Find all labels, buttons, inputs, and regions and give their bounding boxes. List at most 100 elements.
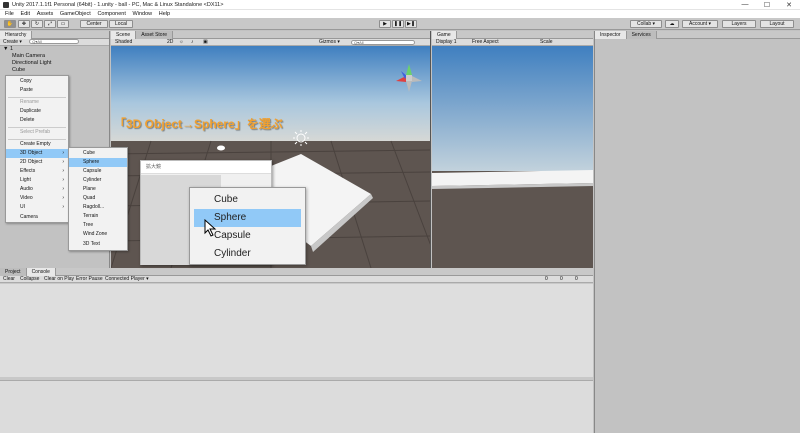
submenu-item-cylinder[interactable]: Cylinder [69,176,127,185]
tab-services[interactable]: Services [626,31,657,39]
effects-icon[interactable]: ▣ [203,39,208,46]
play-button[interactable]: ▶ [379,20,391,28]
chevron-right-icon: › [62,204,64,210]
tab-asset-store[interactable]: Asset Store [136,31,174,39]
submenu-item-wind-zone[interactable]: Wind Zone [69,230,127,239]
chevron-right-icon: › [62,195,64,201]
annotation-text: 「3D Object→Sphere」を選ぶ [114,117,283,131]
maximize-button[interactable]: ☐ [762,1,772,9]
submenu-item-3d-text[interactable]: 3D Text [69,240,127,249]
toolbar: ✋ ✥ ↻ ⤢ ▭ Center Local ▶ ❚❚ ▶❚ Collab ▾ … [0,18,800,30]
menu-item-effects[interactable]: Effects › [6,167,68,176]
submenu-item-ragdoll[interactable]: Ragdoll... [69,203,127,212]
window-title: Unity 2017.1.1f1 Personal (64bit) - 1.un… [12,2,224,8]
3d-object-submenu: Cube Sphere Capsule Cylinder Plane Quad … [68,147,128,251]
chevron-right-icon: › [62,159,64,165]
menu-item-2d-object[interactable]: 2D Object › [6,158,68,167]
submenu-item-terrain[interactable]: Terrain [69,212,127,221]
shading-dropdown[interactable]: Shaded [111,39,132,45]
chevron-right-icon: › [62,168,64,174]
pivot-local-toggle[interactable]: Local [109,20,133,28]
chevron-right-icon: › [62,186,64,192]
menu-bar: File Edit Assets GameObject Component Wi… [0,10,800,18]
submenu-item-plane[interactable]: Plane [69,185,127,194]
submenu-item-tree[interactable]: Tree [69,221,127,230]
menu-item-camera[interactable]: Camera [6,213,68,222]
menu-gameobject[interactable]: GameObject [60,10,91,18]
display-dropdown[interactable]: Display 1 [432,39,457,45]
menu-item-create-empty[interactable]: Create Empty [6,140,68,149]
account-dropdown[interactable]: Account ▾ [682,20,718,28]
close-button[interactable]: ✕ [784,1,794,9]
magnified-item-cylinder[interactable]: Cylinder [194,245,301,263]
magnified-item-cube[interactable]: Cube [194,191,301,209]
console-panel: Project Console Clear Collapse Clear on P… [0,268,593,433]
submenu-item-sphere[interactable]: Sphere [69,158,127,167]
error-count[interactable]: 0 [575,276,578,283]
tab-inspector[interactable]: Inspector [595,31,627,39]
menu-item-copy[interactable]: Copy [6,77,68,86]
menu-item-audio[interactable]: Audio › [6,185,68,194]
tab-hierarchy[interactable]: Hierarchy [0,31,33,39]
move-tool-icon[interactable]: ✥ [18,20,30,28]
tab-game[interactable]: Game [432,31,457,39]
pivot-center-toggle[interactable]: Center [80,20,108,28]
scale-slider[interactable]: Scale [540,39,553,46]
menu-item-video[interactable]: Video › [6,194,68,203]
menu-help[interactable]: Help [159,10,170,18]
hand-tool-icon[interactable]: ✋ [4,20,16,28]
scene-root[interactable]: ▼ 1 [3,46,13,52]
scene-search-input[interactable]: Q▾All [351,40,415,45]
menu-assets[interactable]: Assets [37,10,54,18]
audio-icon[interactable]: ♪ [191,39,194,46]
tab-console[interactable]: Console [26,268,56,276]
warning-count[interactable]: 0 [560,276,563,283]
menu-item-light[interactable]: Light › [6,176,68,185]
scale-tool-icon[interactable]: ⤢ [44,20,56,28]
menu-item-duplicate[interactable]: Duplicate [6,107,68,116]
error-pause-button[interactable]: Error Pause [76,276,103,283]
lighting-icon[interactable]: ☼ [179,39,184,46]
hierarchy-item[interactable]: Main Camera [12,53,45,59]
menu-window[interactable]: Window [133,10,153,18]
menu-edit[interactable]: Edit [21,10,30,18]
menu-item-ui[interactable]: UI › [6,203,68,212]
menu-item-rename[interactable]: Rename [6,98,68,107]
tab-scene[interactable]: Scene [111,31,137,39]
gizmos-dropdown[interactable]: Gizmos ▾ [319,39,340,46]
menu-file[interactable]: File [5,10,14,18]
inspector-panel: Inspector Services [594,31,800,433]
menu-item-paste[interactable]: Paste [6,86,68,95]
tab-project[interactable]: Project [0,268,27,276]
cloud-icon[interactable]: ☁ [665,20,679,28]
submenu-item-capsule[interactable]: Capsule [69,167,127,176]
chevron-right-icon: › [62,177,64,183]
collapse-button[interactable]: Collapse [20,276,39,283]
menu-item-select-prefab[interactable]: Select Prefab [6,128,68,137]
clear-on-play-button[interactable]: Clear on Play [44,276,74,283]
aspect-dropdown[interactable]: Free Aspect [472,39,499,46]
clear-button[interactable]: Clear [0,276,15,282]
create-dropdown[interactable]: Create ▾ [0,39,22,45]
menu-item-delete[interactable]: Delete [6,116,68,125]
rect-tool-icon[interactable]: ▭ [57,20,69,28]
info-count[interactable]: 0 [545,276,548,283]
console-detail-area[interactable] [0,380,593,433]
connected-player-dropdown[interactable]: Connected Player ▾ [105,276,149,283]
layers-dropdown[interactable]: Layers [722,20,756,28]
step-button[interactable]: ▶❚ [405,20,417,28]
rotate-tool-icon[interactable]: ↻ [31,20,43,28]
console-log-area[interactable] [0,284,593,377]
hierarchy-search-input[interactable]: Q▾All [29,39,80,45]
hierarchy-item[interactable]: Cube [12,67,25,73]
pause-button[interactable]: ❚❚ [392,20,404,28]
hierarchy-item[interactable]: Directional Light [12,60,51,66]
menu-item-3d-object[interactable]: 3D Object › [6,149,68,158]
collab-dropdown[interactable]: Collab ▾ [630,20,662,28]
minimize-button[interactable]: — [740,1,750,8]
2d-toggle[interactable]: 2D [167,39,173,46]
submenu-item-cube[interactable]: Cube [69,149,127,158]
layout-dropdown[interactable]: Layout [760,20,794,28]
submenu-item-quad[interactable]: Quad [69,194,127,203]
menu-component[interactable]: Component [97,10,125,18]
